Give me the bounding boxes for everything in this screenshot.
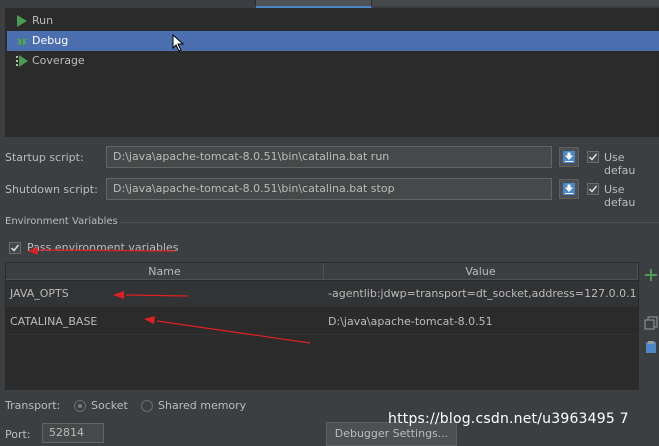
annotation-arrows — [28, 247, 311, 344]
port-label: Port: — [5, 428, 31, 441]
shared-memory-radio[interactable] — [141, 400, 153, 412]
socket-radio[interactable] — [74, 400, 86, 412]
java-opts-annotation-line — [125, 294, 189, 297]
shared-memory-radio-label: Shared memory — [158, 399, 247, 412]
transport-label: Transport: — [5, 399, 61, 412]
port-field[interactable]: 52814 — [42, 423, 104, 443]
catalina-base-arrowhead — [144, 316, 155, 324]
catalina-base-annotation-line — [156, 320, 311, 344]
socket-radio-label: Socket — [91, 399, 128, 412]
pass-env-arrowhead — [28, 247, 38, 255]
pass-env-annotation-line — [39, 249, 176, 252]
watermark-text: https://blog.csdn.net/u3963495 7 — [388, 411, 629, 427]
java-opts-arrowhead — [113, 291, 124, 299]
